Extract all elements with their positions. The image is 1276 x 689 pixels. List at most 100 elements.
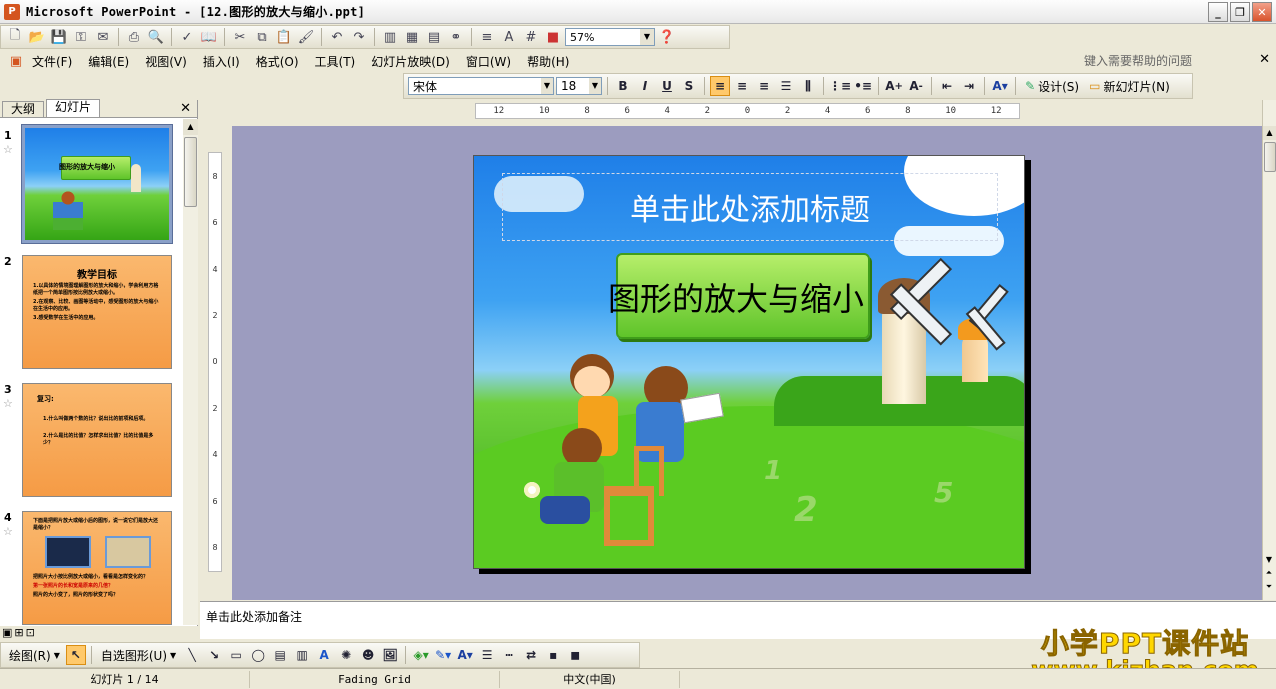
align-right-icon[interactable]: ≡ — [754, 76, 774, 96]
italic-button[interactable]: I — [635, 76, 655, 96]
chevron-down-icon[interactable]: ▼ — [589, 78, 601, 94]
slide-thumbnail-4[interactable]: 下面是把照片放大或缩小后的图形，说一说它们是放大还是缩小？ 把照片大小按比例放大… — [22, 511, 172, 625]
color-grayscale-icon[interactable]: ■ — [543, 27, 563, 47]
help-icon[interactable]: ❓ — [657, 27, 677, 47]
line-color-icon[interactable]: ✎▾ — [433, 645, 453, 665]
decrease-font-icon[interactable]: A- — [906, 76, 926, 96]
font-select[interactable]: 宋体 ▼ — [408, 77, 554, 95]
justify-icon[interactable]: ☰ — [776, 76, 796, 96]
current-slide[interactable]: 1 2 5 图形的放大与缩小 单击此处添加标题 — [473, 155, 1025, 569]
scrollbar-thumb[interactable] — [1264, 142, 1276, 172]
menu-tools[interactable]: 工具(T) — [309, 53, 366, 70]
redo-icon[interactable]: ↷ — [349, 27, 369, 47]
research-icon[interactable]: 📖 — [199, 27, 219, 47]
permission-icon[interactable]: ⚿ — [71, 27, 91, 47]
3d-style-icon[interactable]: ◼ — [565, 645, 585, 665]
menu-window[interactable]: 窗口(W) — [460, 53, 521, 70]
slideshow-view-icon[interactable]: ⊡ — [26, 626, 35, 640]
slide-thumbnail-1[interactable]: 图形的放大与缩小 — [21, 124, 173, 244]
scrollbar-thumb[interactable] — [184, 137, 197, 207]
clipart-icon[interactable]: ☻ — [358, 645, 378, 665]
close-button[interactable]: ✕ — [1252, 2, 1272, 22]
picture-icon[interactable]: 🖼 — [380, 645, 400, 665]
select-objects-icon[interactable]: ↖ — [65, 645, 86, 665]
title-placeholder[interactable]: 单击此处添加标题 — [502, 173, 998, 241]
menu-insert[interactable]: 插入(I) — [197, 53, 250, 70]
slide-thumbnail-3[interactable]: 复习: 1.什么叫做两个数的比？说出比的前项和后项。 2.什么是比的比值？怎样求… — [22, 383, 172, 497]
menu-help[interactable]: 帮助(H) — [521, 53, 579, 70]
vertical-textbox-icon[interactable]: ▥ — [292, 645, 312, 665]
powerpoint-app-icon[interactable]: P — [4, 3, 20, 20]
copy-icon[interactable]: ⧉ — [252, 27, 272, 47]
chevron-down-icon[interactable]: ▼ — [541, 78, 553, 94]
underline-button[interactable]: U — [657, 76, 677, 96]
close-pane-icon[interactable]: ✕ — [180, 101, 191, 116]
print-icon[interactable]: ⎙ — [124, 27, 144, 47]
next-slide-icon[interactable]: ⏷ — [1263, 582, 1275, 592]
scroll-up-icon[interactable]: ▲ — [1263, 126, 1276, 140]
insert-chart-icon[interactable]: ▥ — [380, 27, 400, 47]
normal-view-icon[interactable]: ▣ — [2, 626, 12, 640]
tab-slides[interactable]: 幻灯片 — [46, 99, 101, 117]
design-button[interactable]: ✎ 设计(S) — [1021, 78, 1083, 95]
menu-slideshow[interactable]: 幻灯片放映(D) — [365, 53, 460, 70]
menu-file[interactable]: 文件(F) — [26, 53, 82, 70]
previous-slide-icon[interactable]: ⏶ — [1263, 568, 1275, 578]
editor-scrollbar[interactable]: ▲ ▼ ⏶ ⏷ — [1262, 100, 1276, 600]
restore-button[interactable]: ❐ — [1230, 2, 1250, 22]
align-left-icon[interactable]: ≡ — [710, 76, 730, 96]
zoom-select[interactable]: 57% ▼ — [565, 28, 655, 46]
slide-sorter-icon[interactable]: ⊞ — [14, 626, 23, 640]
paste-icon[interactable]: 📋 — [274, 27, 294, 47]
decrease-indent-icon[interactable]: ⇤ — [937, 76, 957, 96]
chevron-down-icon[interactable]: ▼ — [640, 29, 654, 45]
show-formatting-icon[interactable]: A — [499, 27, 519, 47]
shadow-button[interactable]: S — [679, 76, 699, 96]
dash-style-icon[interactable]: ┅ — [499, 645, 519, 665]
notes-placeholder[interactable]: 单击此处添加备注 — [206, 610, 302, 624]
fill-color-icon[interactable]: ◈▾ — [411, 645, 431, 665]
scroll-down-icon[interactable]: ▼ — [1263, 555, 1275, 564]
new-slide-button[interactable]: ▭ 新幻灯片(N) — [1085, 78, 1174, 95]
open-icon[interactable]: 📂 — [27, 27, 47, 47]
spelling-icon[interactable]: ✓ — [177, 27, 197, 47]
font-color-icon[interactable]: A▾ — [455, 645, 475, 665]
increase-font-icon[interactable]: A + — [884, 76, 904, 96]
font-size-select[interactable]: 18 ▼ — [556, 77, 602, 95]
tab-outline[interactable]: 大纲 — [2, 101, 45, 117]
line-icon[interactable]: ╲ — [182, 645, 202, 665]
line-style-icon[interactable]: ☰ — [477, 645, 497, 665]
numbering-icon[interactable]: ⋮≡ — [829, 76, 851, 96]
align-center-icon[interactable]: ≡ — [732, 76, 752, 96]
tables-borders-icon[interactable]: ▤ — [424, 27, 444, 47]
slide-main-title[interactable]: 图形的放大与缩小 — [608, 274, 864, 320]
insert-table-icon[interactable]: ▦ — [402, 27, 422, 47]
insert-hyperlink-icon[interactable]: ⚭ — [446, 27, 466, 47]
draw-menu-button[interactable]: 绘图(R) ▼ — [5, 647, 64, 664]
textbox-icon[interactable]: ▤ — [270, 645, 290, 665]
font-color-icon[interactable]: A▾ — [990, 76, 1010, 96]
shadow-style-icon[interactable]: ▪ — [543, 645, 563, 665]
print-preview-icon[interactable]: 🔍 — [146, 27, 166, 47]
autoshapes-button[interactable]: 自选图形(U) ▼ — [97, 647, 180, 664]
vertical-ruler[interactable]: 8 6 4 2 0 2 4 6 8 — [208, 152, 222, 572]
arrow-style-icon[interactable]: ⇄ — [521, 645, 541, 665]
scroll-up-icon[interactable]: ▲ — [183, 119, 198, 135]
bullets-icon[interactable]: •≡ — [853, 76, 873, 96]
format-painter-icon[interactable]: 🖌 — [296, 27, 316, 47]
distributed-icon[interactable]: ⫼ — [798, 76, 818, 96]
horizontal-ruler[interactable]: 12 10 8 6 4 2 0 2 4 6 8 10 12 — [475, 103, 1020, 119]
slide-thumbnail-2[interactable]: 教学目标 1.以具体的情境图理解图形的放大和缩小，学会利用方格纸把一个简单图形按… — [22, 255, 172, 369]
increase-indent-icon[interactable]: ⇥ — [959, 76, 979, 96]
undo-icon[interactable]: ↶ — [327, 27, 347, 47]
bold-button[interactable]: B — [613, 76, 633, 96]
close-document-icon[interactable]: ✕ — [1259, 52, 1270, 67]
cut-icon[interactable]: ✂ — [230, 27, 250, 47]
new-icon[interactable]: 🗋 — [5, 27, 25, 47]
diagram-icon[interactable]: ✺ — [336, 645, 356, 665]
email-icon[interactable]: ✉ — [93, 27, 113, 47]
menu-format[interactable]: 格式(O) — [250, 53, 309, 70]
expand-all-icon[interactable]: ≡ — [477, 27, 497, 47]
menu-view[interactable]: 视图(V) — [139, 53, 197, 70]
oval-icon[interactable]: ◯ — [248, 645, 268, 665]
